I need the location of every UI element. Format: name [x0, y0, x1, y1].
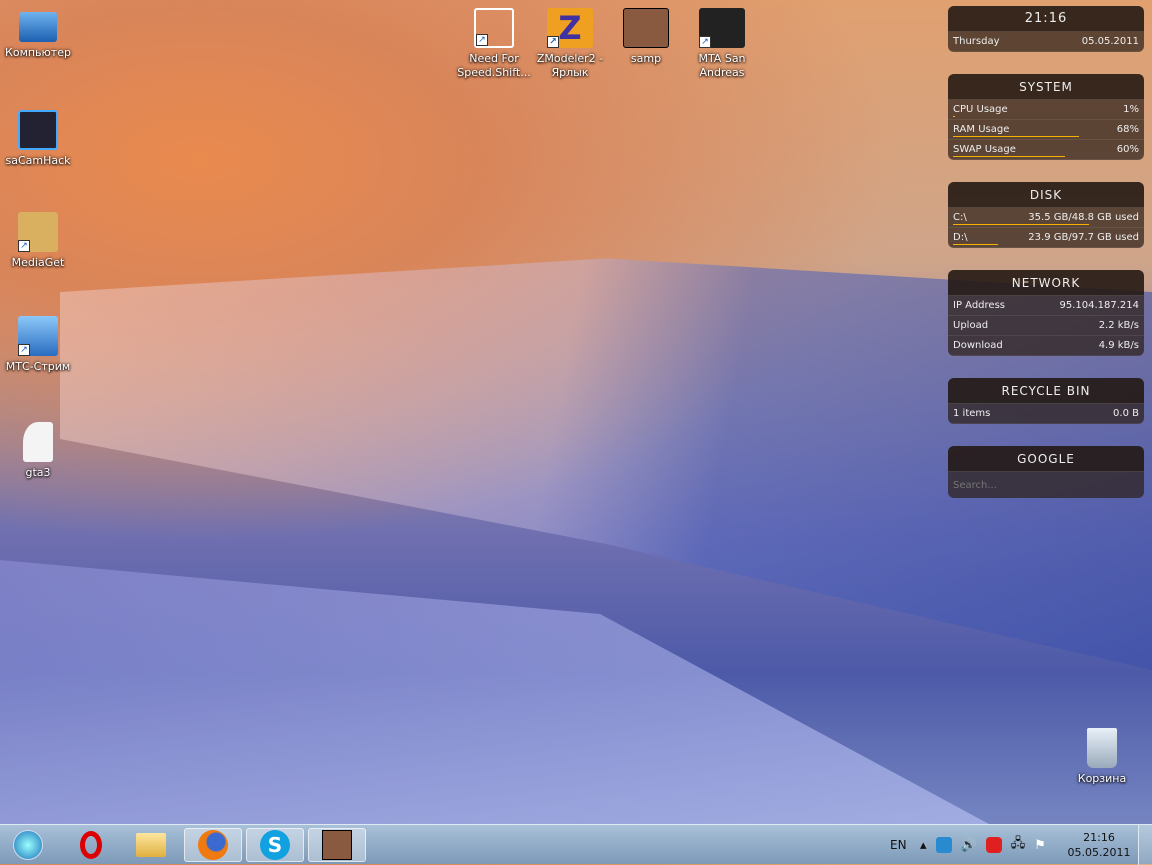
ram-row: RAM Usage 68% — [948, 120, 1144, 140]
row-label: CPU Usage — [953, 104, 1008, 115]
recycle-gadget[interactable]: RECYCLE BIN 1 items 0.0 B — [948, 378, 1144, 424]
desktop-icon-samp[interactable]: samp — [606, 8, 686, 66]
recycle-items: 1 items — [953, 408, 991, 419]
row-value: 60% — [1116, 144, 1139, 155]
network-tray-icon[interactable]: 🖧 — [1011, 834, 1026, 856]
desktop-icon-mta[interactable]: ↗ MTA San Andreas — [682, 8, 762, 80]
desktop-icon-nfs-shift[interactable]: ↗ Need For Speed.Shift... — [454, 8, 534, 80]
clock-day: Thursday — [953, 36, 1000, 47]
network-computer-icon: ↗ — [18, 316, 58, 356]
row-value: 23.9 GB/97.7 GB used — [1028, 232, 1139, 243]
taskbar-clock[interactable]: 21:16 05.05.2011 — [1066, 825, 1132, 865]
desktop-icon-sacamhack[interactable]: saCamHack — [0, 110, 78, 168]
icon-label: МТС-Стрим — [5, 360, 71, 373]
language-indicator[interactable]: EN — [890, 825, 907, 865]
row-value: 68% — [1116, 124, 1139, 135]
desktop-icon-zmodeler[interactable]: Z ↗ ZModeler2 - Ярлык — [530, 8, 610, 80]
icon-label: MediaGet — [11, 256, 65, 269]
computer-icon — [19, 12, 57, 42]
network-gadget: NETWORK IP Address 95.104.187.214 Upload 2… — [948, 270, 1144, 356]
icon-label: samp — [630, 52, 662, 65]
taskbar-skype[interactable]: S — [246, 828, 304, 862]
row-value: 4.9 kB/s — [1098, 340, 1139, 351]
desktop-icon-recycle-bin[interactable]: Корзина — [1062, 728, 1142, 786]
desktop-icon-mediaget[interactable]: ↗ MediaGet — [0, 212, 78, 270]
disc-image-icon — [23, 422, 53, 462]
taskbar-date: 05.05.2011 — [1067, 846, 1131, 859]
skype-icon: S — [260, 830, 290, 860]
icon-label: ZModeler2 - Ярлык — [536, 52, 604, 79]
row-label: IP Address — [953, 300, 1005, 311]
clock-date: 05.05.2011 — [1081, 36, 1139, 47]
usage-bar — [953, 116, 955, 117]
icon-label: Корзина — [1077, 772, 1127, 785]
download-row: Download 4.9 kB/s — [948, 336, 1144, 356]
desktop-icon-computer[interactable]: Компьютер — [0, 8, 78, 60]
taskbar-samp[interactable] — [308, 828, 366, 862]
upload-row: Upload 2.2 kB/s — [948, 316, 1144, 336]
clock-gadget: 21:16 Thursday 05.05.2011 — [948, 6, 1144, 52]
icon-label: Need For Speed.Shift... — [457, 52, 531, 79]
mta-icon: ↗ — [699, 8, 745, 48]
system-gadget: SYSTEM CPU Usage 1% RAM Usage 68% SWAP Usa… — [948, 74, 1144, 160]
icon-label: Компьютер — [5, 46, 71, 59]
recycle-title: RECYCLE BIN — [948, 378, 1144, 404]
row-value: 1% — [1123, 104, 1139, 115]
show-hidden-icons-arrow-icon[interactable]: ▴ — [920, 838, 927, 853]
opera-icon — [80, 831, 102, 859]
row-label: Download — [953, 340, 1003, 351]
samp-icon — [322, 830, 352, 860]
windows-logo-icon — [13, 830, 43, 860]
usage-bar — [953, 244, 998, 245]
opera-tray-icon[interactable] — [985, 837, 1002, 853]
row-label: Upload — [953, 320, 989, 331]
wallpaper-snow — [0, 560, 1000, 830]
desktop-icon-mts-stream[interactable]: ↗ МТС-Стрим — [0, 316, 78, 374]
show-desktop-button[interactable] — [1138, 825, 1152, 865]
samp-icon — [623, 8, 669, 48]
google-gadget: GOOGLE — [948, 446, 1144, 498]
clock-time: 21:16 — [948, 6, 1144, 32]
mediaget-icon: ↗ — [18, 212, 58, 252]
system-title: SYSTEM — [948, 74, 1144, 100]
swap-row: SWAP Usage 60% — [948, 140, 1144, 160]
disk-c-row: C:\ 35.5 GB/48.8 GB used — [948, 208, 1144, 228]
desktop-icon-gta3[interactable]: gta3 — [0, 422, 78, 480]
folder-icon — [136, 833, 166, 857]
usage-bar — [953, 136, 1080, 137]
camera-icon — [18, 110, 58, 150]
usage-bar — [953, 156, 1065, 157]
messenger-icon[interactable] — [935, 837, 952, 853]
ip-row: IP Address 95.104.187.214 — [948, 296, 1144, 316]
disk-d-row: D:\ 23.9 GB/97.7 GB used — [948, 228, 1144, 248]
nfs-icon: ↗ — [474, 8, 514, 48]
icon-label: MTA San Andreas — [698, 52, 746, 79]
taskbar: S EN ▴ 🔊 🖧 ⚑ 21:16 05.05.2011 — [0, 824, 1152, 865]
action-center-flag-icon[interactable]: ⚑ — [1034, 838, 1046, 853]
taskbar-firefox[interactable] — [184, 828, 242, 862]
disk-title: DISK — [948, 182, 1144, 208]
zmodeler-icon: Z ↗ — [547, 8, 593, 48]
google-title: GOOGLE — [948, 446, 1144, 472]
start-button[interactable] — [0, 828, 56, 862]
icon-label: saCamHack — [5, 154, 71, 167]
icon-label: gta3 — [25, 466, 51, 479]
cpu-row: CPU Usage 1% — [948, 100, 1144, 120]
recycle-bin-icon — [1087, 728, 1117, 768]
row-value: 95.104.187.214 — [1059, 300, 1139, 311]
taskbar-explorer[interactable] — [122, 828, 180, 862]
volume-icon[interactable]: 🔊 — [961, 838, 977, 853]
usage-bar — [953, 224, 1089, 225]
firefox-icon — [198, 830, 228, 860]
recycle-size: 0.0 B — [1113, 408, 1139, 419]
network-title: NETWORK — [948, 270, 1144, 296]
taskbar-time: 21:16 — [1083, 831, 1115, 844]
taskbar-opera[interactable] — [62, 828, 120, 862]
disk-gadget: DISK C:\ 35.5 GB/48.8 GB used D:\ 23.9 GB/… — [948, 182, 1144, 248]
google-search-input[interactable] — [948, 472, 1144, 498]
row-value: 2.2 kB/s — [1098, 320, 1139, 331]
